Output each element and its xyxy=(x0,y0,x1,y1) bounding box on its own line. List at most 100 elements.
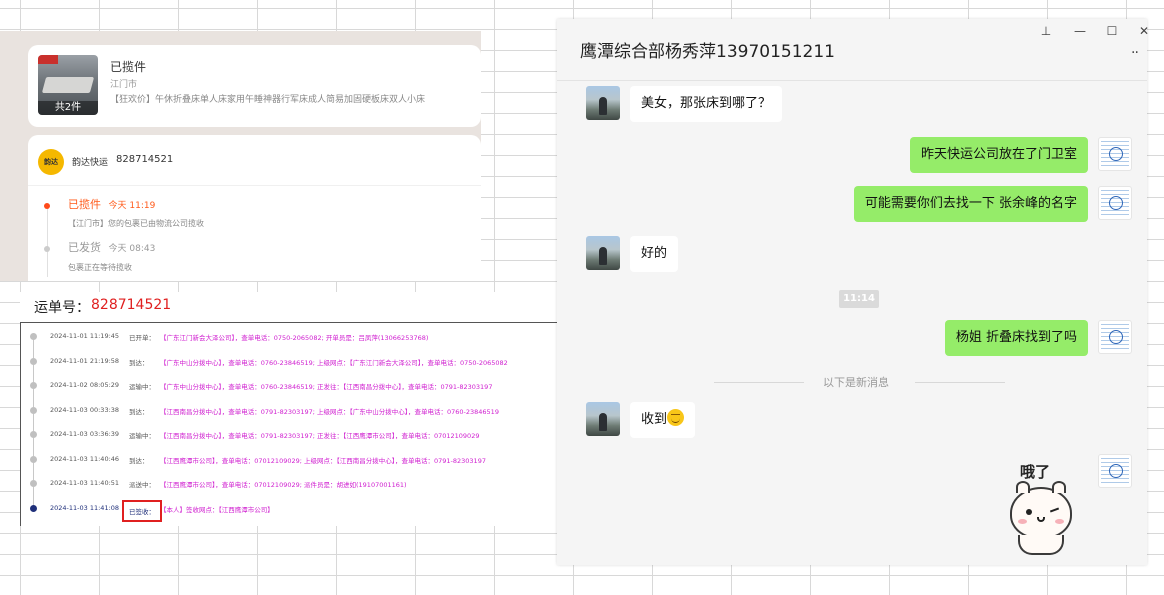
sticker-message[interactable]: 哦了 xyxy=(1004,461,1084,556)
chat-title: 鹰潭综合部杨秀萍13970151211 xyxy=(580,42,835,62)
timeline-dot xyxy=(30,382,37,389)
timeline-dot xyxy=(30,455,37,463)
self-avatar[interactable] xyxy=(1098,186,1132,220)
waybill-number[interactable]: 828714521 xyxy=(91,297,171,313)
new-messages-divider: 以下是新消息 xyxy=(823,376,889,389)
event-status: 已揽件 xyxy=(68,198,101,211)
event-time: 2024-11-03 00:33:38 xyxy=(50,405,120,414)
event-time: 2024-11-03 11:40:51 xyxy=(50,479,120,487)
divider xyxy=(915,382,1005,383)
more-icon[interactable]: ·· xyxy=(1131,45,1139,61)
table-row: 2024-11-01 21:19:58 到达： 【广东中山分拨中心】，查单电话：07… xyxy=(20,350,557,382)
waybill-header: 运单号： 828714521 xyxy=(20,292,557,323)
message-bubble-incoming[interactable]: 美女，那张床到哪了？ xyxy=(630,86,783,122)
timeline-event: 已发货 今天 08:43 xyxy=(68,239,155,255)
timeline-dot xyxy=(30,406,37,414)
product-thumbnail[interactable]: 共2件 xyxy=(38,55,98,115)
divider xyxy=(714,382,804,383)
folding-bed-image xyxy=(41,77,95,93)
event-action: 到达： xyxy=(129,456,149,465)
timeline-dot-active xyxy=(44,203,50,209)
event-status: 已发货 xyxy=(68,241,101,254)
self-avatar[interactable] xyxy=(1098,137,1132,171)
table-row: 2024-11-03 11:40:46 到达： 【江西鹰潭市公司】，查单电话：070… xyxy=(20,448,557,480)
message-bubble-incoming[interactable]: 好的 xyxy=(630,236,679,272)
waybill-detail: 运单号： 828714521 2024-11-01 11:19:45 已开单： 【广… xyxy=(20,292,557,526)
event-time: 2024-11-03 03:36:39 xyxy=(50,430,120,438)
order-status: 已揽件 xyxy=(110,60,147,74)
courier-logo-icon: 韵达 xyxy=(38,149,64,175)
event-action: 到达： xyxy=(129,358,149,367)
timeline-dot xyxy=(30,504,37,512)
event-detail: 【江西南昌分拨中心】，查单电话：0791-82303197; 上级网点：【广东中… xyxy=(160,407,499,416)
event-detail: 【江西鹰潭市公司】，查单电话：07012109029; 派件员是：胡进如(191… xyxy=(160,481,407,489)
table-row: 2024-11-03 11:40:51 派送中： 【江西鹰潭市公司】，查单电话：07… xyxy=(20,472,557,505)
tracking-number[interactable]: 828714521 xyxy=(116,154,173,165)
order-tracking-panel: 共2件 已揽件 江门市 【狂欢价】午休折叠床单人床家用午睡神器行军床成人简易加固… xyxy=(0,31,481,281)
table-row: 2024-11-03 00:33:38 到达： 【江西南昌分拨中心】，查单电话：07… xyxy=(20,399,557,431)
event-action: 已开单： xyxy=(129,334,155,342)
product-title[interactable]: 【狂欢价】午休折叠床单人床家用午睡神器行军床成人简易加固硬板床双人小床 xyxy=(110,92,425,105)
event-action: 派送中： xyxy=(129,481,155,489)
cat-sticker-icon xyxy=(1010,481,1072,539)
table-row: 2024-11-03 11:41:08 已签收： 【本人】签收网点：【江西鹰潭市公司… xyxy=(20,497,557,522)
logistics-card: 韵达 韵达快运 828714521 已揽件 今天 11:19 【江门市】您的包裹… xyxy=(28,135,481,281)
timeline-dot xyxy=(30,357,37,365)
contact-avatar[interactable] xyxy=(586,86,620,120)
maximize-icon[interactable]: ☐ xyxy=(1101,21,1123,41)
event-desc: 【江门市】您的包裹已由物流公司揽收 xyxy=(68,219,204,228)
pin-icon[interactable]: ⊥ xyxy=(1035,21,1057,41)
message-bubble-outgoing[interactable]: 可能需要你们去找一下 张余峰的名字 xyxy=(853,186,1088,222)
message-bubble-outgoing[interactable]: 杨姐 折叠床找到了吗 xyxy=(944,320,1088,356)
contact-avatar[interactable] xyxy=(586,402,620,436)
divider xyxy=(28,185,481,186)
event-detail: 【广东江门新会大泽公司】，查单电话：0750-2065082; 开单员是：吕凤萍… xyxy=(160,334,429,342)
event-detail: 【江西南昌分拨中心】，查单电话：0791-82303197; 正发往：【江西鹰潭… xyxy=(160,432,480,440)
timeline-dot xyxy=(30,480,37,487)
event-detail: 【广东中山分拨中心】，查单电话：0760-23846519; 上级网点：【广东江… xyxy=(160,358,508,367)
self-avatar[interactable] xyxy=(1098,320,1132,354)
event-time: 2024-11-03 11:41:08 xyxy=(50,503,120,512)
message-bubble-incoming[interactable]: 收到 xyxy=(630,402,696,438)
order-card[interactable]: 共2件 已揽件 江门市 【狂欢价】午休折叠床单人床家用午睡神器行军床成人简易加固… xyxy=(28,45,481,127)
event-action: 运输中： xyxy=(129,383,155,391)
close-icon[interactable]: ✕ xyxy=(1133,21,1155,41)
table-row: 2024-11-02 08:05:29 运输中： 【广东中山分拨中心】，查单电话：0… xyxy=(20,374,557,407)
message-text: 收到 xyxy=(641,412,668,427)
event-desc: 包裹正在等待揽收 xyxy=(68,263,132,272)
event-detail: 【本人】签收网点：【江西鹰潭市公司】 xyxy=(160,505,274,514)
event-action: 运输中： xyxy=(129,432,155,440)
courier-name: 韵达快运 xyxy=(72,158,109,168)
timeline-dot xyxy=(30,431,37,438)
timeline-dot xyxy=(44,246,50,252)
sticker-caption: 哦了 xyxy=(1020,463,1051,481)
chat-window: 鹰潭综合部杨秀萍13970151211 ⊥ — ☐ ✕ ·· 美女，那张床到哪了… xyxy=(557,19,1149,565)
event-time: 2024-11-02 08:05:29 xyxy=(50,381,120,389)
event-time: 今天 08:43 xyxy=(108,244,156,254)
event-detail: 【江西鹰潭市公司】，查单电话：07012109029; 上级网点：【江西南昌分拨… xyxy=(160,456,486,465)
event-time: 2024-11-03 11:40:46 xyxy=(50,454,120,463)
event-time: 2024-11-01 21:19:58 xyxy=(50,356,120,365)
time-separator: 11:14 xyxy=(839,290,879,308)
message-bubble-outgoing[interactable]: 昨天快运公司放在了门卫室 xyxy=(909,137,1088,173)
table-row: 2024-11-01 11:19:45 已开单： 【广东江门新会大泽公司】，查单电话… xyxy=(20,325,557,358)
minimize-icon[interactable]: — xyxy=(1069,21,1091,41)
event-detail: 【广东中山分拨中心】，查单电话：0760-23846519; 正发往：【江西南昌… xyxy=(160,383,493,391)
event-action: 到达： xyxy=(129,407,149,416)
timeline-event: 已揽件 今天 11:19 xyxy=(68,196,155,212)
waybill-label: 运单号： xyxy=(34,300,90,316)
self-avatar[interactable] xyxy=(1098,454,1132,488)
item-count: 共2件 xyxy=(38,101,98,115)
divider xyxy=(557,80,1147,81)
event-time: 2024-11-01 11:19:45 xyxy=(50,332,120,340)
timeline-line xyxy=(47,207,48,277)
order-city: 江门市 xyxy=(110,80,138,90)
event-action: 已签收： xyxy=(122,499,162,522)
promo-tag-icon xyxy=(38,55,58,64)
cat-body xyxy=(1018,535,1064,555)
event-time: 今天 11:19 xyxy=(108,201,156,211)
contact-avatar[interactable] xyxy=(586,236,620,270)
timeline-dot xyxy=(30,333,37,340)
table-row: 2024-11-03 03:36:39 运输中： 【江西南昌分拨中心】，查单电话：0… xyxy=(20,423,557,456)
smile-emoji-icon xyxy=(667,409,685,426)
